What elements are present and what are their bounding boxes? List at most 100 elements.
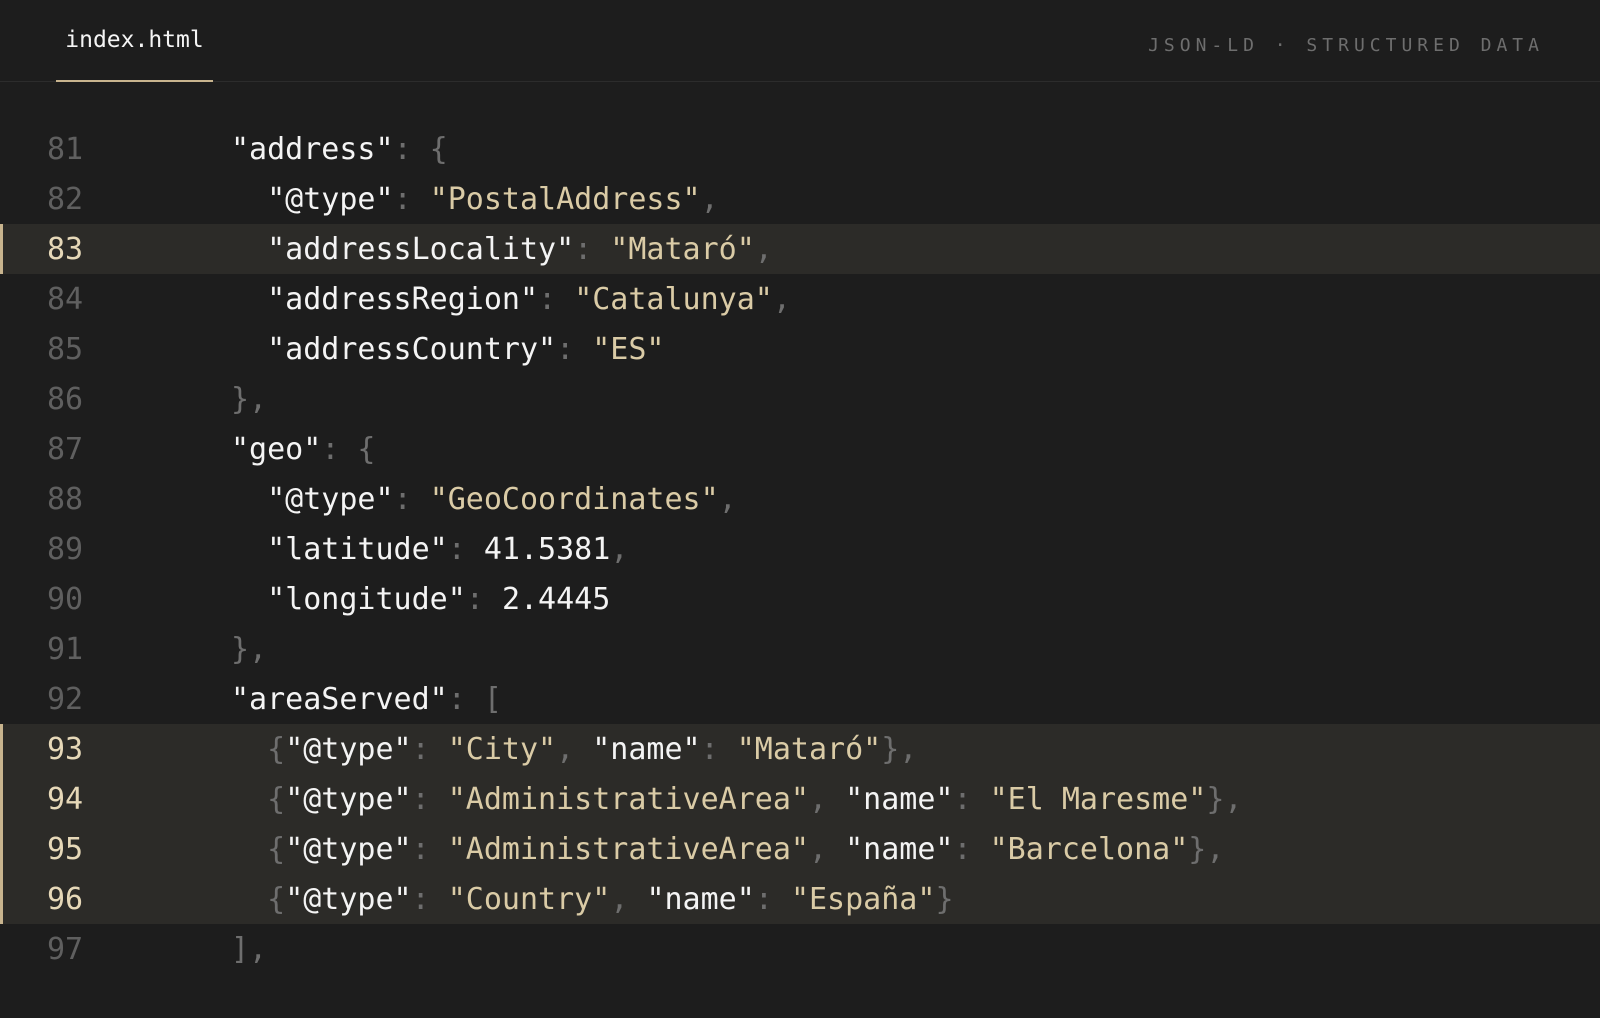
code-line[interactable]: 95 {"@type": "AdministrativeArea", "name… bbox=[0, 824, 1600, 874]
json-punctuation: : bbox=[538, 281, 575, 317]
context-label: JSON-LD · STRUCTURED DATA bbox=[1148, 34, 1544, 56]
code-text: "@type": "PostalAddress", bbox=[231, 182, 719, 217]
json-string: "Mataró" bbox=[736, 731, 882, 767]
code-line[interactable]: 86}, bbox=[0, 374, 1600, 424]
code-line[interactable]: 87 "geo": { bbox=[0, 424, 1600, 474]
json-punctuation: , bbox=[610, 531, 629, 567]
json-punctuation: }, bbox=[231, 631, 268, 667]
code-line[interactable]: 94 {"@type": "AdministrativeArea", "name… bbox=[0, 774, 1600, 824]
json-key: "name" bbox=[845, 831, 954, 867]
code-text: "addressLocality": "Mataró", bbox=[231, 232, 773, 267]
code-editor[interactable]: 81 "address": {82 "@type": "PostalAddress… bbox=[0, 124, 1600, 974]
json-punctuation: : bbox=[465, 581, 502, 617]
line-number: 91 bbox=[47, 631, 84, 667]
json-punctuation: : bbox=[953, 831, 990, 867]
json-string: "Barcelona" bbox=[989, 831, 1189, 867]
json-punctuation: , bbox=[808, 781, 846, 817]
json-string: "GeoCoordinates" bbox=[429, 481, 719, 517]
json-key: "@type" bbox=[267, 181, 394, 217]
json-punctuation: }, bbox=[881, 731, 918, 767]
code-text: }, bbox=[231, 382, 267, 417]
json-punctuation: , bbox=[556, 731, 593, 767]
code-text: }, bbox=[231, 632, 267, 667]
code-line[interactable]: 96 {"@type": "Country", "name": "España"… bbox=[0, 874, 1600, 924]
code-line[interactable]: 81 "address": { bbox=[0, 124, 1600, 174]
json-punctuation: : bbox=[447, 531, 484, 567]
line-number: 96 bbox=[47, 881, 84, 917]
code-line[interactable]: 89 "latitude": 41.5381, bbox=[0, 524, 1600, 574]
code-text: {"@type": "AdministrativeArea", "name": … bbox=[231, 832, 1224, 867]
json-punctuation: }, bbox=[231, 381, 268, 417]
json-punctuation: { bbox=[267, 731, 286, 767]
json-string: "AdministrativeArea" bbox=[447, 831, 809, 867]
json-punctuation: { bbox=[267, 831, 286, 867]
code-line[interactable]: 88 "@type": "GeoCoordinates", bbox=[0, 474, 1600, 524]
json-key: "name" bbox=[592, 731, 701, 767]
json-string: "El Maresme" bbox=[989, 781, 1207, 817]
code-line[interactable]: 82 "@type": "PostalAddress", bbox=[0, 174, 1600, 224]
json-punctuation: : bbox=[953, 781, 990, 817]
json-string: "España" bbox=[790, 881, 936, 917]
json-key: "geo" bbox=[231, 431, 322, 467]
line-number: 82 bbox=[47, 181, 84, 217]
json-key: "@type" bbox=[285, 881, 412, 917]
code-text: "geo": { bbox=[231, 432, 376, 467]
json-key: "@type" bbox=[285, 831, 412, 867]
json-key: "longitude" bbox=[267, 581, 466, 617]
tab-bar: index.html JSON-LD · STRUCTURED DATA bbox=[0, 0, 1600, 82]
code-line[interactable]: 85 "addressCountry": "ES" bbox=[0, 324, 1600, 374]
tab-index-html[interactable]: index.html bbox=[56, 0, 213, 82]
json-key: "name" bbox=[845, 781, 954, 817]
json-punctuation: , bbox=[718, 481, 737, 517]
code-text: "addressRegion": "Catalunya", bbox=[231, 282, 791, 317]
json-punctuation: : { bbox=[393, 131, 448, 167]
line-number: 95 bbox=[47, 831, 84, 867]
json-number: 41.5381 bbox=[483, 531, 611, 567]
code-text: "longitude": 2.4445 bbox=[231, 582, 610, 617]
json-punctuation: : [ bbox=[447, 681, 502, 717]
code-line[interactable]: 97], bbox=[0, 924, 1600, 974]
json-key: "areaServed" bbox=[231, 681, 448, 717]
json-string: "Mataró" bbox=[610, 231, 755, 267]
json-punctuation: : bbox=[393, 181, 430, 217]
json-number: 2.4445 bbox=[501, 581, 611, 617]
code-text: {"@type": "Country", "name": "España"} bbox=[231, 881, 953, 917]
json-punctuation: { bbox=[267, 781, 286, 817]
json-punctuation: ], bbox=[231, 931, 268, 967]
code-line[interactable]: 84 "addressRegion": "Catalunya", bbox=[0, 274, 1600, 324]
json-key: "name" bbox=[646, 881, 755, 917]
json-key: "addressRegion" bbox=[267, 281, 539, 317]
json-key: "@type" bbox=[267, 481, 394, 517]
code-text: {"@type": "City", "name": "Mataró"}, bbox=[231, 732, 917, 767]
line-number: 85 bbox=[47, 331, 84, 367]
code-text: "address": { bbox=[231, 132, 448, 167]
code-text: {"@type": "AdministrativeArea", "name": … bbox=[231, 782, 1242, 817]
code-text: "areaServed": [ bbox=[231, 682, 502, 717]
json-key: "latitude" bbox=[267, 531, 448, 567]
json-string: "AdministrativeArea" bbox=[447, 781, 809, 817]
json-punctuation: : bbox=[411, 831, 448, 867]
json-punctuation: , bbox=[754, 231, 773, 267]
line-number: 90 bbox=[47, 581, 84, 617]
code-line[interactable]: 91}, bbox=[0, 624, 1600, 674]
json-string: "ES" bbox=[592, 331, 665, 367]
code-line[interactable]: 90 "longitude": 2.4445 bbox=[0, 574, 1600, 624]
line-number: 94 bbox=[47, 781, 84, 817]
code-line[interactable]: 83 "addressLocality": "Mataró", bbox=[0, 224, 1600, 274]
line-number: 86 bbox=[47, 381, 84, 417]
json-key: "@type" bbox=[285, 731, 412, 767]
json-string: "City" bbox=[447, 731, 557, 767]
line-number: 89 bbox=[47, 531, 84, 567]
code-line[interactable]: 93 {"@type": "City", "name": "Mataró"}, bbox=[0, 724, 1600, 774]
json-punctuation: : bbox=[754, 881, 791, 917]
code-line[interactable]: 92 "areaServed": [ bbox=[0, 674, 1600, 724]
